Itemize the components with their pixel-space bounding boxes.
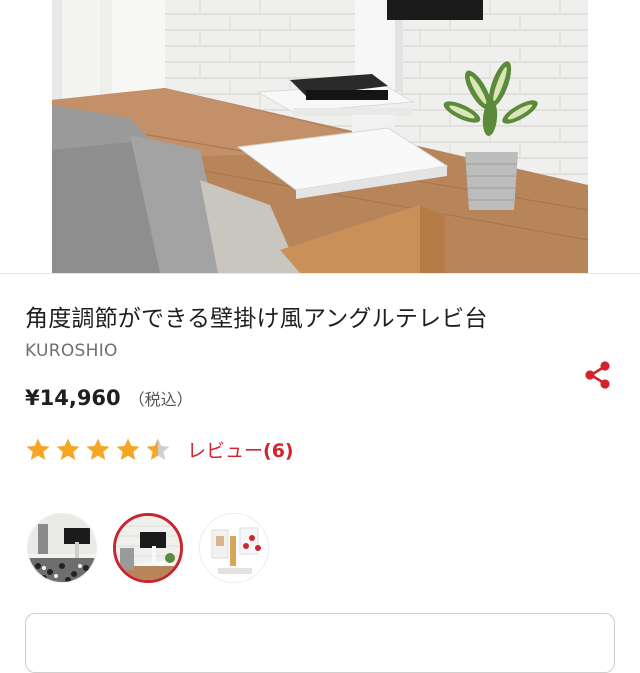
price: ¥14,960 [25, 386, 121, 410]
share-icon[interactable] [578, 356, 616, 394]
product-title: 角度調節ができる壁掛け風アングルテレビ台 [25, 306, 488, 332]
star-icon [56, 438, 80, 460]
thumbnail-3[interactable] [199, 513, 269, 583]
image-divider [0, 273, 640, 274]
thumbnail-1[interactable] [27, 513, 97, 583]
star-icon [86, 438, 110, 460]
thumbnail-strip [27, 513, 269, 583]
star-icon [116, 438, 140, 460]
review-link[interactable]: レビュー(6) [187, 436, 294, 463]
review-label: レビュー [187, 440, 264, 462]
star-icon [146, 438, 170, 460]
product-photo [0, 0, 640, 273]
rating-stars [25, 437, 171, 463]
price-row: ¥14,960 （税込） [25, 386, 193, 410]
option-select-box[interactable] [25, 613, 615, 673]
star-icon [26, 438, 50, 460]
tax-note: （税込） [128, 390, 193, 409]
rating-row: レビュー(6) [25, 436, 294, 463]
brand-name[interactable]: KUROSHIO [25, 341, 118, 361]
review-count: (6) [263, 440, 294, 462]
product-image[interactable] [0, 0, 640, 273]
thumbnail-2[interactable] [113, 513, 183, 583]
